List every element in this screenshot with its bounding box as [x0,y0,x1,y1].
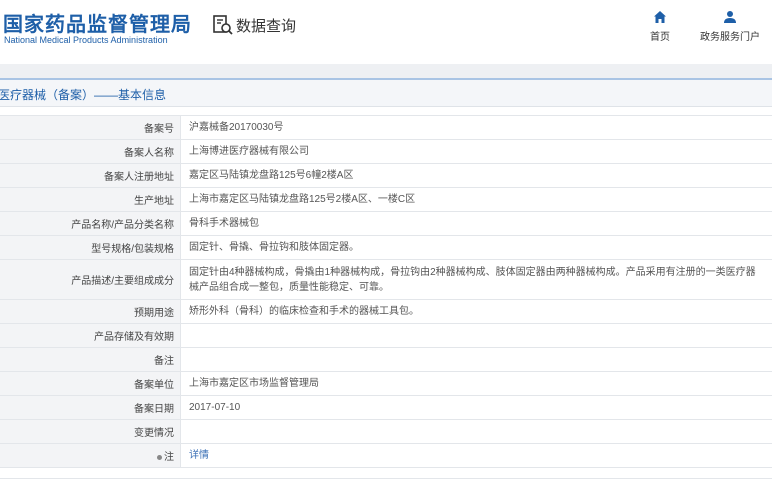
table-row: 备案单位 上海市嘉定区市场监督管理局 [0,371,772,396]
site-logo-cn[interactable]: 国家药品监督管理局 [3,8,192,37]
row-value: 骨科手术器械包 [180,211,772,236]
info-table: 备案号 沪嘉械备20170030号 备案人名称 上海博进医疗器械有限公司 备案人注册… [0,115,772,468]
row-label-text: 注 [164,452,174,463]
row-value: 矫形外科（骨科）的临床检查和手术的器械工具包。 [180,299,772,324]
row-value [180,419,772,444]
row-label: 备案人名称 [0,139,181,164]
row-label: 注 [0,443,181,468]
details-link[interactable]: 详情 [189,450,209,461]
row-label: 备案人注册地址 [0,163,181,188]
user-icon [724,11,736,23]
row-value: 固定针由4种器械构成，骨撬由1种器械构成，骨拉钩由2种器械构成、肢体固定器由两种… [180,259,772,300]
row-value: 2017-07-10 [180,395,772,420]
row-value [180,323,772,348]
table-row: 产品描述/主要组成成分 固定针由4种器械构成，骨撬由1种器械构成，骨拉钩由2种器械… [0,259,772,300]
table-row: 型号规格/包装规格 固定针、骨撬、骨拉钩和肢体固定器。 [0,235,772,260]
nav-service-label: 政务服务门户 [700,32,760,43]
row-label: 产品名称/产品分类名称 [0,211,181,236]
table-row: 注 详情 [0,443,772,468]
row-label: 变更情况 [0,419,181,444]
site-header: 国家药品监督管理局 National Medical Products Admi… [0,0,772,64]
document-search-icon [213,15,233,35]
table-row: 备案日期 2017-07-10 [0,395,772,420]
table-row: 备案人注册地址 嘉定区马陆镇龙盘路125号6幢2楼A区 [0,163,772,188]
data-query-title[interactable]: 数据查询 [212,14,296,36]
row-value: 嘉定区马陆镇龙盘路125号6幢2楼A区 [180,163,772,188]
table-row: 产品存储及有效期 [0,323,772,348]
table-row: 备案号 沪嘉械备20170030号 [0,115,772,140]
section-title: 医疗器械（备案）——基本信息 [0,88,167,102]
site-logo-en[interactable]: National Medical Products Administration [4,35,168,45]
row-value: 固定针、骨撬、骨拉钩和肢体固定器。 [180,235,772,260]
row-value: 详情 [180,443,772,468]
table-row: 产品名称/产品分类名称 骨科手术器械包 [0,211,772,236]
home-icon [654,11,666,23]
table-row: 变更情况 [0,419,772,444]
section-header: 医疗器械（备案）——基本信息 [0,80,772,107]
row-label: 备注 [0,347,181,372]
row-value: 上海市嘉定区马陆镇龙盘路125号2楼A区、一楼C区 [180,187,772,212]
row-label: 备案号 [0,115,181,140]
data-query-label: 数据查询 [236,17,297,35]
pin-icon [157,454,162,460]
header-divider-band [0,64,772,78]
table-row: 备注 [0,347,772,372]
table-row: 预期用途 矫形外科（骨科）的临床检查和手术的器械工具包。 [0,299,772,324]
row-label: 产品描述/主要组成成分 [0,259,181,300]
row-label: 产品存储及有效期 [0,323,181,348]
row-value: 沪嘉械备20170030号 [180,115,772,140]
row-label: 型号规格/包装规格 [0,235,181,260]
row-value: 上海博进医疗器械有限公司 [180,139,772,164]
nav-home[interactable]: 首页 [646,10,674,43]
nav-service-portal[interactable]: 政务服务门户 [698,10,762,43]
nav-home-label: 首页 [650,32,670,43]
table-row: 生产地址 上海市嘉定区马陆镇龙盘路125号2楼A区、一楼C区 [0,187,772,212]
row-value: 上海市嘉定区市场监督管理局 [180,371,772,396]
table-row: 备案人名称 上海博进医疗器械有限公司 [0,139,772,164]
bottom-divider [0,478,772,479]
row-value [180,347,772,372]
row-label: 预期用途 [0,299,181,324]
row-label: 备案单位 [0,371,181,396]
row-label: 备案日期 [0,395,181,420]
row-label: 生产地址 [0,187,181,212]
